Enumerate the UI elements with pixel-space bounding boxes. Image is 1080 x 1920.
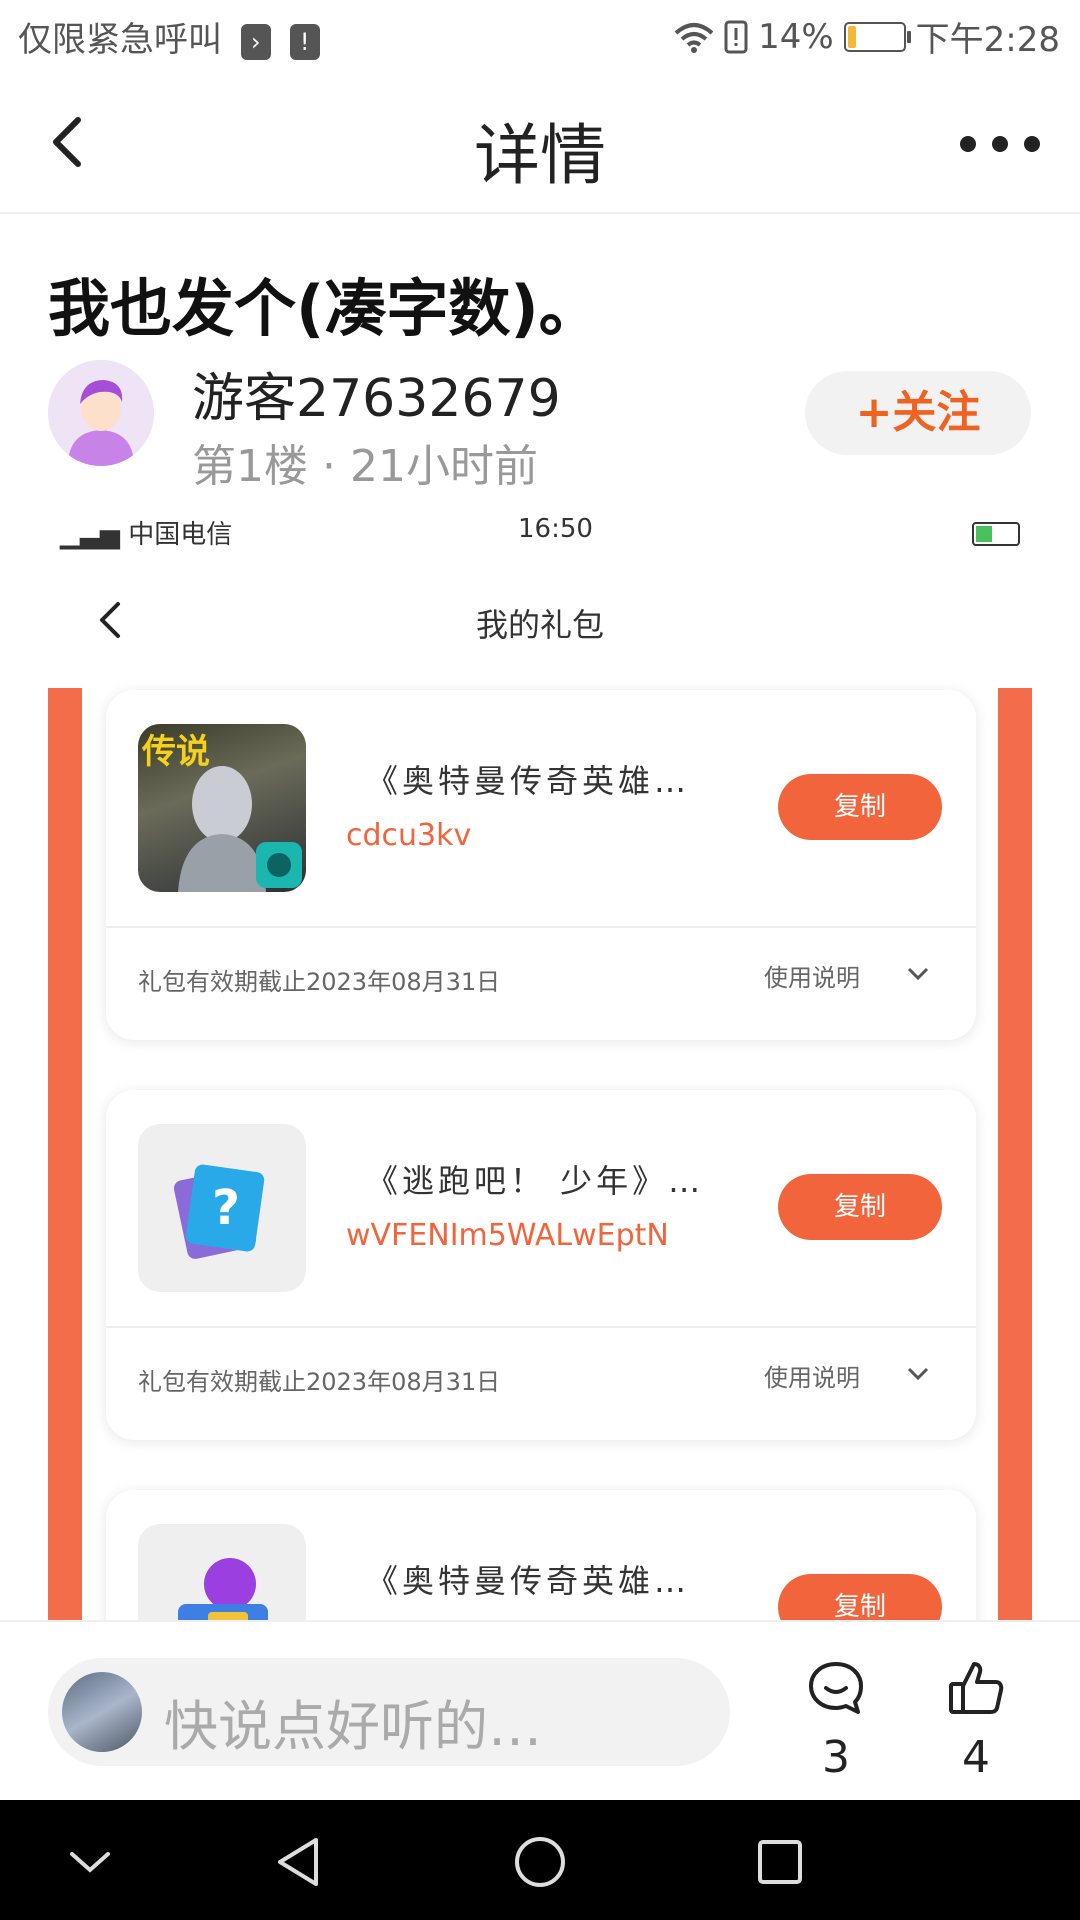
carrier-text: 仅限紧急呼叫	[18, 20, 222, 60]
embedded-orange-panel-left	[48, 688, 82, 1620]
chevron-down-icon	[907, 967, 929, 981]
embedded-time: 16:50	[518, 514, 593, 544]
comment-count: 3	[822, 1732, 850, 1783]
embedded-orange-panel-right	[998, 688, 1032, 1620]
embedded-title: 我的礼包	[475, 606, 604, 644]
home-circle-icon[interactable]	[512, 1834, 568, 1890]
thumbs-up-icon[interactable]	[946, 1658, 1006, 1718]
chevron-down-icon	[907, 1367, 929, 1381]
gift-card: ? 《逃跑吧！ 少年》… wVFENIm5WALwEptN 复制 礼包有效期截止…	[106, 1090, 976, 1440]
more-dot	[992, 136, 1008, 152]
game-name: 《奥特曼传奇英雄…	[366, 762, 691, 800]
expiry-text: 礼包有效期截止2023年08月31日	[138, 1368, 501, 1396]
avatar-icon	[48, 360, 154, 466]
post-title: 我也发个(凑字数)。	[48, 272, 601, 345]
legend-badge: 传说	[142, 732, 210, 772]
embedded-screenshot[interactable]: ▁▃▅ 中国电信 16:50 我的礼包 传说 《奥特曼传奇英雄… cdcu3kv…	[48, 500, 1032, 1620]
game-name: 《奥特曼传奇英雄…	[366, 1562, 691, 1600]
more-dot	[960, 136, 976, 152]
notification-icon: ›	[240, 23, 271, 60]
system-nav-bar	[0, 1800, 1080, 1920]
gift-code: cdcu3kv	[346, 818, 472, 853]
like-count: 4	[962, 1732, 990, 1783]
sim-alert-icon	[724, 20, 748, 53]
gift-card: 传说 《奥特曼传奇英雄… cdcu3kv 复制 礼包有效期截止2023年08月3…	[106, 690, 976, 1040]
expiry-text: 礼包有效期截止2023年08月31日	[138, 968, 501, 996]
embedded-status-left: ▁▃▅ 中国电信	[60, 514, 232, 551]
status-right: 14% 下午2:28	[674, 12, 1060, 61]
comment-placeholder: 快说点好听的…	[164, 1695, 542, 1758]
follow-button[interactable]: +关注	[805, 371, 1031, 455]
recents-square-icon[interactable]	[752, 1834, 808, 1890]
treasure-chest-icon	[178, 1558, 268, 1620]
game-thumbnail: ?	[138, 1124, 306, 1292]
author-avatar[interactable]	[48, 360, 154, 466]
divider	[106, 1326, 976, 1328]
gift-card: 《奥特曼传奇英雄… 复制	[106, 1490, 976, 1620]
more-dot	[1024, 136, 1040, 152]
author-name[interactable]: 游客27632679	[192, 356, 561, 431]
copy-button: 复制	[778, 1574, 942, 1620]
battery-percent: 14%	[758, 16, 834, 57]
game-name: 《逃跑吧！ 少年》…	[366, 1162, 705, 1200]
hide-keyboard-icon[interactable]	[62, 1834, 118, 1890]
battery-fill	[847, 25, 856, 48]
usage-instructions: 使用说明	[764, 1364, 860, 1392]
status-left: 仅限紧急呼叫 › !	[18, 12, 320, 61]
divider	[106, 926, 976, 928]
copy-button: 复制	[778, 774, 942, 840]
game-thumbnail: 传说	[138, 724, 306, 892]
post-meta: 第1楼 · 21小时前	[192, 441, 538, 492]
usage-instructions: 使用说明	[764, 964, 860, 992]
battery-icon	[843, 21, 911, 52]
embedded-carrier: 中国电信	[128, 520, 233, 550]
wifi-icon	[674, 22, 714, 53]
svg-text:?: ?	[212, 1180, 240, 1236]
embedded-battery-fill	[976, 526, 992, 542]
alert-icon: !	[289, 23, 320, 60]
embedded-battery-icon	[972, 522, 1020, 546]
game-thumbnail	[138, 1524, 306, 1620]
more-button[interactable]	[960, 132, 1040, 156]
comment-bar: 快说点好听的… 3 4	[0, 1620, 1080, 1802]
status-bar: 仅限紧急呼叫 › ! 14% 下午2:28	[0, 0, 1080, 72]
embedded-signal-icon: ▁▃▅	[60, 520, 120, 550]
copy-button: 复制	[778, 1174, 942, 1240]
comment-input[interactable]: 快说点好听的…	[48, 1658, 730, 1766]
back-triangle-icon[interactable]	[272, 1834, 328, 1890]
gift-code: wVFENIm5WALwEptN	[346, 1218, 669, 1253]
status-time: 下午2:28	[915, 20, 1060, 60]
mystery-card-icon: ?	[173, 1164, 265, 1259]
comment-icon[interactable]	[806, 1658, 866, 1718]
my-avatar	[62, 1672, 142, 1752]
nav-bar: 详情	[0, 72, 1080, 214]
page-title: 详情	[474, 117, 606, 194]
